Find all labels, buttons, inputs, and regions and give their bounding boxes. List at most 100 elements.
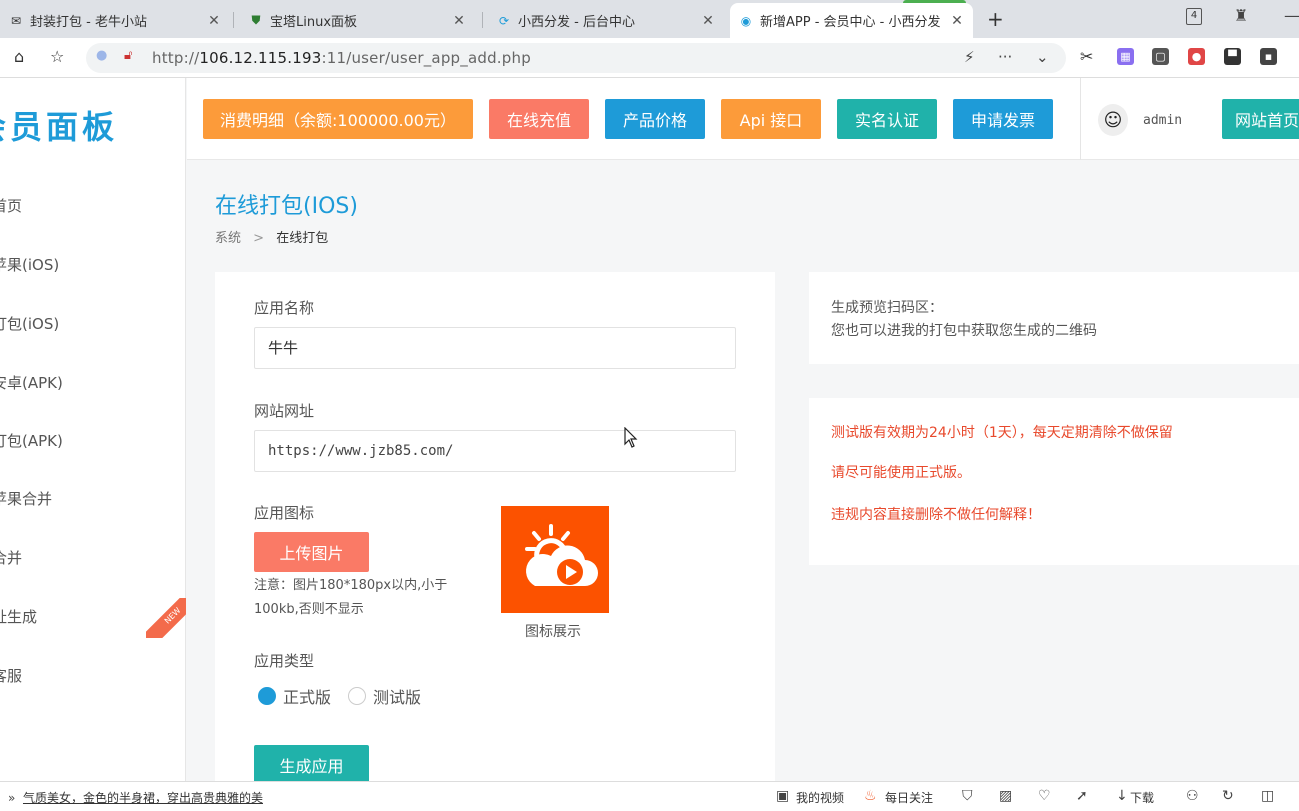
radio-checked-icon[interactable] (258, 687, 276, 705)
warning-card: 测试版有效期为24小时（1天），每天定期清除不做保留 请尽可能使用正式版。 违规… (809, 398, 1299, 565)
apps-grid-icon[interactable]: ▪ (1260, 48, 1277, 65)
extension-icon[interactable]: ▦ (1117, 48, 1134, 65)
username[interactable]: admin (1143, 113, 1182, 128)
app-form-card: 应用名称 牛牛 网站网址 https://www.jzb85.com/ 应用图标… (215, 272, 775, 781)
tab-4-active[interactable]: ◉ 新增APP - 会员中心 - 小西分发 ✕ (730, 3, 973, 38)
sidebar-item-ios[interactable]: 苹果(iOS) (0, 254, 59, 275)
tab-close-icon[interactable]: ✕ (206, 13, 222, 29)
fire-icon[interactable]: ♨ (864, 788, 877, 804)
radio-unchecked-icon[interactable] (348, 687, 366, 705)
invoice-button[interactable]: 申请发票 (953, 99, 1053, 139)
sidebar-item-home[interactable]: 首页 (0, 195, 22, 216)
tab-2[interactable]: ⛊ 宝塔Linux面板 ✕ (240, 3, 475, 38)
minimize-icon[interactable]: — (1284, 6, 1299, 25)
page-content: 会员面板 首页 苹果(iOS) 打包(iOS) 安卓(APK) 打包(APK) … (0, 78, 1299, 781)
game-icon[interactable]: ▀ (1224, 48, 1241, 65)
upload-note: 注意：图片180*180px以内,小于100kb,否则不显示 (254, 578, 448, 617)
daily-follow-link[interactable]: 每日关注 (885, 789, 933, 806)
app-icon-label: 应用图标 (254, 504, 315, 522)
sidebar-item-ios-pack[interactable]: 打包(iOS) (0, 313, 59, 334)
rocket-icon[interactable]: ➚ (1076, 788, 1088, 804)
app-name-input[interactable]: 牛牛 (254, 327, 736, 369)
tab-title: 封装打包 - 老牛小站 (30, 15, 147, 30)
url-text[interactable]: http://106.12.115.193:11/user/user_app_a… (152, 49, 531, 67)
top-bar: 消费明细（余额:100000.00元） 在线充值 产品价格 Api 接口 实名认… (187, 78, 1299, 160)
browser-window: ✉ 封装打包 - 老牛小站 ✕ ⛊ 宝塔Linux面板 ✕ ⟳ 小西分发 - 后… (0, 0, 1299, 811)
preview-card: 生成预览扫码区： 您也可以进我的打包中获取您生成的二维码 (809, 272, 1299, 364)
billing-detail-button[interactable]: 消费明细（余额:100000.00元） (203, 99, 473, 139)
verify-button[interactable]: 实名认证 (837, 99, 937, 139)
radio-label: 测试版 (373, 688, 422, 707)
preview-title: 生成预览扫码区： (831, 300, 943, 316)
sidebar-item-ios-merge[interactable]: 苹果合并 (0, 488, 52, 509)
tab-close-icon[interactable]: ✕ (700, 13, 716, 29)
icon-caption: 图标展示 (525, 624, 581, 640)
record-icon[interactable]: ● (1188, 48, 1205, 65)
upload-image-button[interactable]: 上传图片 (254, 532, 369, 572)
shield-icon: ⛊ (251, 13, 261, 27)
download-icon[interactable]: ↓ (1116, 788, 1128, 804)
tab-close-icon[interactable]: ✕ (949, 13, 965, 29)
radio-test[interactable]: 测试版 (348, 684, 421, 708)
sidebar-item-url-gen[interactable]: 址生成 (0, 606, 37, 627)
tab-divider (482, 12, 483, 28)
api-button[interactable]: Api 接口 (721, 99, 821, 139)
tab-1[interactable]: ✉ 封装打包 - 老牛小站 ✕ (0, 3, 230, 38)
mouse-cursor-icon (624, 427, 638, 448)
sidebar-item-apk[interactable]: 安卓(APK) (0, 372, 63, 393)
tab-count-icon[interactable]: 4 (1186, 8, 1202, 25)
address-bar: ⌂ ☆ ● 🔓︎ http://106.12.115.193:11/user/u… (0, 38, 1299, 78)
tab-divider (233, 12, 234, 28)
home-icon[interactable]: ⌂ (14, 47, 24, 66)
window-icon[interactable]: ◫ (1261, 788, 1274, 804)
heart-icon[interactable]: ♡ (1038, 788, 1051, 804)
breadcrumb-root[interactable]: 系统 (215, 231, 241, 246)
lightning-icon[interactable]: ⚡︎ (964, 48, 975, 66)
image-icon[interactable]: ▨ (999, 788, 1012, 804)
window-icon[interactable]: ▢ (1152, 48, 1169, 65)
tab-close-icon[interactable]: ✕ (451, 13, 467, 29)
site-url-label: 网站网址 (254, 402, 315, 420)
divider (1080, 78, 1081, 160)
avatar[interactable]: ☺ (1098, 104, 1128, 136)
warning-line: 违规内容直接删除不做任何解释！ (831, 507, 1041, 523)
sun-cloud-play-icon (525, 524, 598, 586)
site-url-input[interactable]: https://www.jzb85.com/ (254, 430, 736, 472)
new-tab-button[interactable]: + (987, 7, 1004, 31)
recharge-button[interactable]: 在线充值 (489, 99, 589, 139)
sidebar-item-apk-pack[interactable]: 打包(APK) (0, 430, 63, 451)
status-bar: » 气质美女，金色的半身裙，穿出高贵典雅的美 ▣ 我的视频 ♨ 每日关注 ⛉ ▨… (0, 781, 1299, 811)
chevron-down-icon[interactable]: ⌄ (1036, 48, 1049, 66)
app-icon-preview (501, 506, 609, 613)
tab-favicon-icon: ⟳ (498, 13, 510, 28)
generate-app-button[interactable]: 生成应用 (254, 745, 369, 781)
insecure-lock-icon[interactable]: 🔓︎ (124, 48, 132, 63)
breadcrumb-separator: > (253, 231, 265, 246)
sidebar-item-support[interactable]: 客服 (0, 665, 22, 686)
tab-title: 宝塔Linux面板 (270, 15, 358, 30)
sidebar-item-merge[interactable]: 合并 (0, 547, 22, 568)
download-link[interactable]: 下载 (1130, 789, 1154, 806)
radio-release[interactable]: 正式版 (258, 684, 331, 708)
my-video-link[interactable]: 我的视频 (796, 789, 844, 806)
star-icon[interactable]: ☆ (50, 47, 64, 66)
breadcrumb-current: 在线打包 (276, 231, 329, 246)
app-name-label: 应用名称 (254, 299, 315, 317)
tab-3[interactable]: ⟳ 小西分发 - 后台中心 ✕ (488, 3, 724, 38)
site-home-button[interactable]: 网站首页 (1222, 99, 1299, 139)
ad-link[interactable]: » 气质美女，金色的半身裙，穿出高贵典雅的美 (8, 789, 263, 806)
scissors-icon[interactable]: ✂ (1080, 47, 1093, 66)
pricing-button[interactable]: 产品价格 (605, 99, 705, 139)
shirt-icon[interactable]: ♜ (1234, 6, 1248, 25)
more-icon[interactable]: ··· (998, 48, 1012, 66)
shield-icon[interactable]: ⛉ (962, 788, 973, 804)
site-info-icon[interactable]: ● (96, 48, 107, 63)
tab-title: 新增APP - 会员中心 - 小西分发 (760, 15, 941, 30)
refresh-icon[interactable]: ↻ (1222, 788, 1234, 804)
breadcrumb: 系统 > 在线打包 (215, 227, 328, 246)
url-field[interactable]: ● 🔓︎ http://106.12.115.193:11/user/user_… (86, 43, 1066, 73)
tab-favicon-icon: ✉ (10, 13, 22, 28)
sidebar: 会员面板 首页 苹果(iOS) 打包(iOS) 安卓(APK) 打包(APK) … (0, 78, 186, 781)
games-icon[interactable]: ⚇ (1186, 788, 1199, 804)
video-icon[interactable]: ▣ (776, 788, 789, 804)
